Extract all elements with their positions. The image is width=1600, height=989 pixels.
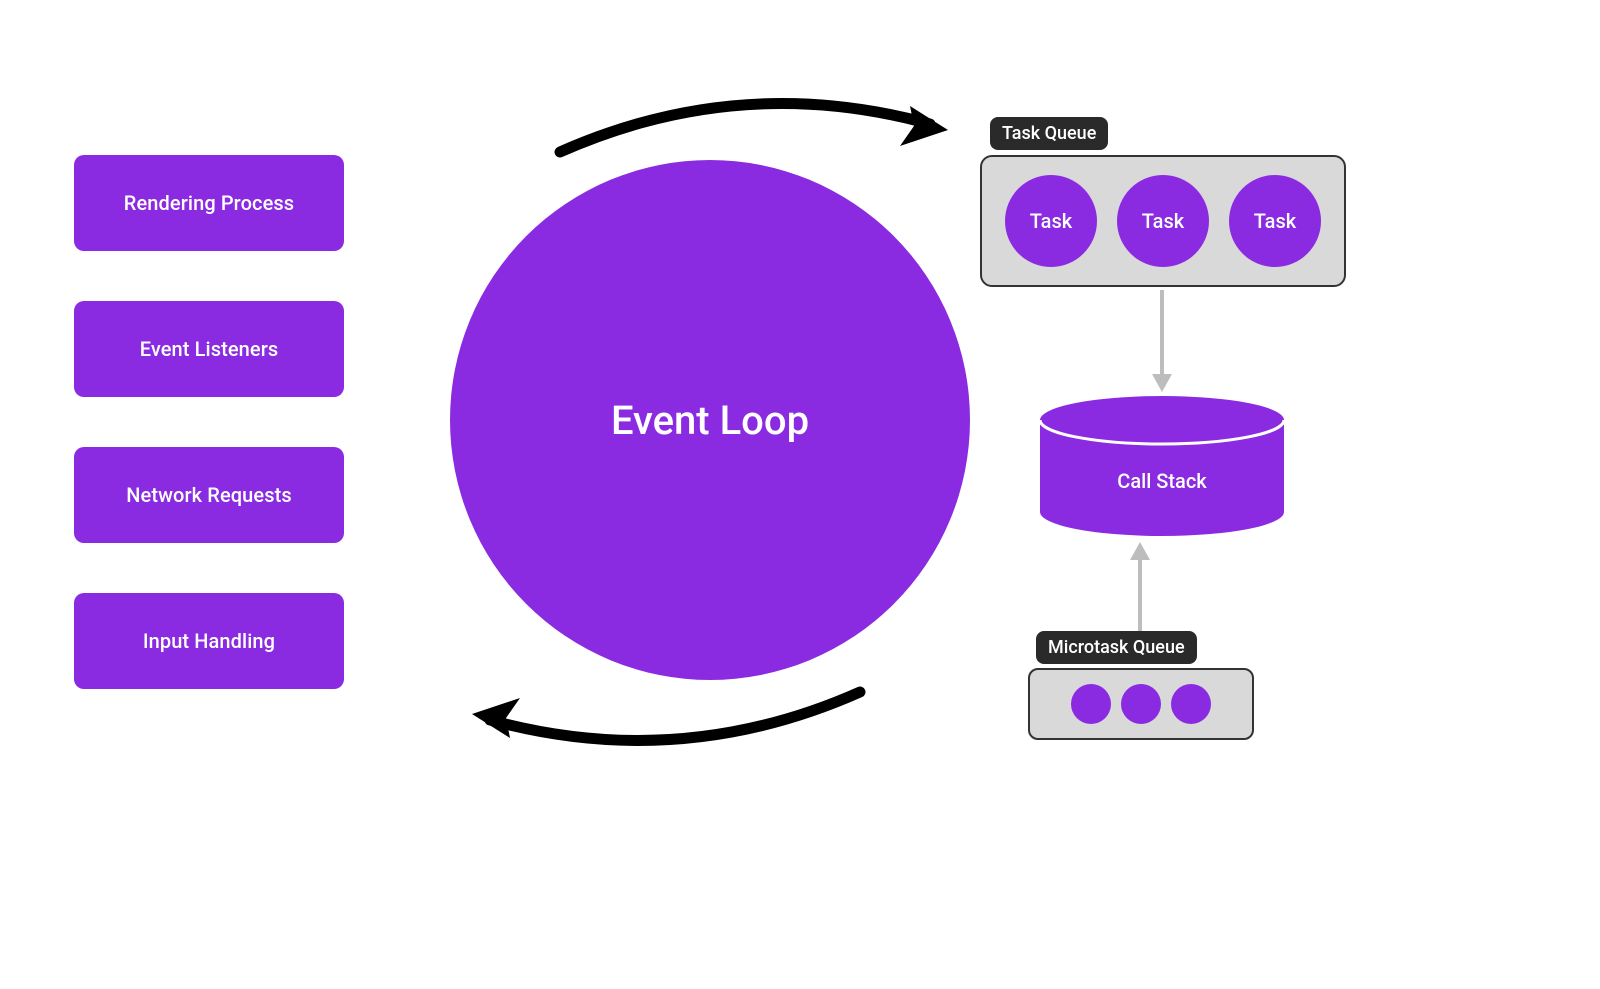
arrow-task-to-callstack-icon [1150, 290, 1174, 396]
call-stack-label: Call Stack [1040, 396, 1284, 536]
task-label: Task [1254, 209, 1296, 233]
responsibility-network-requests: Network Requests [74, 447, 344, 543]
responsibility-label: Event Listeners [140, 337, 279, 361]
arrow-microtask-to-callstack-icon [1128, 540, 1152, 632]
browser-responsibilities-list: Rendering Process Event Listeners Networ… [74, 155, 344, 689]
microtask-item [1071, 684, 1111, 724]
task-label: Task [1030, 209, 1072, 233]
microtask-item [1171, 684, 1211, 724]
call-stack-cylinder: Call Stack [1040, 396, 1284, 536]
task-queue-title: Task Queue [990, 117, 1108, 150]
task-item: Task [1229, 175, 1321, 267]
responsibility-label: Network Requests [126, 483, 292, 507]
task-label: Task [1142, 209, 1184, 233]
responsibility-label: Input Handling [143, 629, 275, 653]
loop-arrow-bottom-icon [460, 680, 870, 752]
task-item: Task [1117, 175, 1209, 267]
responsibility-label: Rendering Process [124, 191, 294, 215]
responsibility-rendering-process: Rendering Process [74, 155, 344, 251]
loop-arrow-top-icon [550, 92, 960, 164]
event-loop-circle: Event Loop [450, 160, 970, 680]
event-loop-label: Event Loop [611, 397, 809, 444]
task-queue-box: Task Task Task [980, 155, 1346, 287]
event-loop-diagram: Rendering Process Event Listeners Networ… [0, 0, 1600, 989]
responsibility-input-handling: Input Handling [74, 593, 344, 689]
task-item: Task [1005, 175, 1097, 267]
microtask-queue-box [1028, 668, 1254, 740]
responsibility-event-listeners: Event Listeners [74, 301, 344, 397]
microtask-item [1121, 684, 1161, 724]
microtask-queue-title: Microtask Queue [1036, 631, 1197, 664]
